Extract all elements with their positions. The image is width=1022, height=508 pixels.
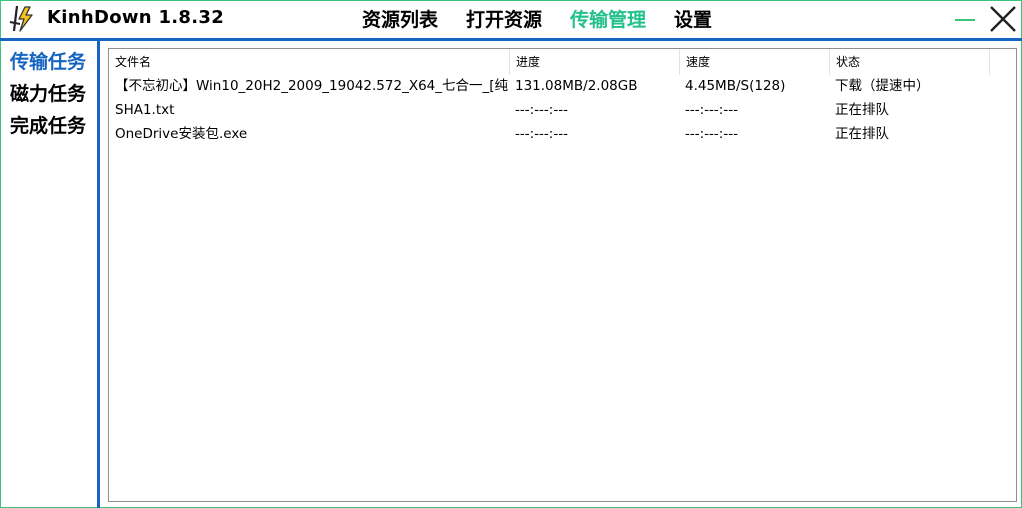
column-header-progress[interactable]: 进度 — [510, 49, 680, 75]
app-logo-icon — [8, 4, 40, 34]
close-icon[interactable] — [988, 4, 1018, 34]
sidebar-item-transfer-tasks[interactable]: 传输任务 — [10, 47, 86, 74]
nav-open-resource[interactable]: 打开资源 — [466, 5, 542, 32]
minimize-icon[interactable] — [954, 8, 976, 30]
app-title: KinhDown 1.8.32 — [47, 7, 225, 28]
table-row[interactable]: OneDrive安装包.exe ---:---:--- ---:---:--- … — [109, 122, 1016, 146]
column-header-speed[interactable]: 速度 — [680, 49, 830, 75]
row-progress: ---:---:--- — [515, 102, 568, 118]
row-filename: OneDrive安装包.exe — [115, 126, 248, 142]
column-header-filename[interactable]: 文件名 — [109, 49, 510, 75]
row-status: 正在排队 — [835, 126, 889, 142]
row-progress: 131.08MB/2.08GB — [515, 78, 638, 94]
row-status: 正在排队 — [835, 102, 889, 118]
table-row[interactable]: SHA1.txt ---:---:--- ---:---:--- 正在排队 — [109, 98, 1016, 122]
sidebar-item-magnet-tasks[interactable]: 磁力任务 — [10, 79, 86, 106]
sidebar-divider — [97, 38, 100, 508]
row-status: 下载（提速中） — [835, 78, 930, 94]
sidebar-item-completed-tasks[interactable]: 完成任务 — [10, 111, 86, 138]
column-header-status[interactable]: 状态 — [830, 49, 990, 75]
header-divider — [0, 38, 1022, 41]
nav-transfer-manager[interactable]: 传输管理 — [570, 5, 646, 32]
table-row[interactable]: 【不忘初心】Win10_20H2_2009_19042.572_X64_七合一_… — [109, 74, 1016, 98]
nav-settings[interactable]: 设置 — [674, 5, 712, 32]
nav-resource-list[interactable]: 资源列表 — [362, 5, 438, 32]
row-speed: ---:---:--- — [685, 102, 738, 118]
row-speed: ---:---:--- — [685, 126, 738, 142]
row-speed: 4.45MB/S(128) — [685, 78, 786, 94]
row-progress: ---:---:--- — [515, 126, 568, 142]
row-filename: SHA1.txt — [115, 102, 175, 118]
transfer-list[interactable]: 文件名 进度 速度 状态 【不忘初心】Win10_20H2_2009_19042… — [108, 48, 1017, 502]
title-bar: KinhDown 1.8.32 资源列表 打开资源 传输管理 设置 — [0, 0, 1022, 38]
row-filename: 【不忘初心】Win10_20H2_2009_19042.572_X64_七合一_… — [115, 78, 508, 94]
